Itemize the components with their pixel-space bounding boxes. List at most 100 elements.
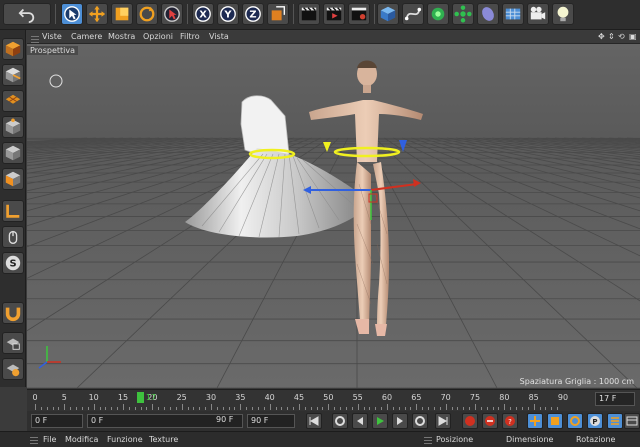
key-rotation-button[interactable]: [567, 413, 583, 429]
go-to-end-button[interactable]: [435, 413, 451, 429]
render-picture-button[interactable]: [323, 3, 345, 25]
timeline-tick: [475, 404, 476, 410]
timeline-tick-label: 35: [235, 393, 246, 402]
menu-mostra[interactable]: Mostra: [108, 32, 135, 41]
object-mode-button[interactable]: [2, 64, 24, 86]
timeline-tick-label: 30: [205, 393, 217, 402]
pan-icon[interactable]: ✥: [598, 32, 607, 42]
light-button[interactable]: [552, 3, 574, 25]
menu-filtro[interactable]: Filtro: [180, 32, 200, 41]
next-keyframe-icon: [415, 416, 425, 426]
array-button[interactable]: [452, 3, 474, 25]
zoom-icon[interactable]: ⇕: [608, 32, 617, 42]
timeline-tick-label: 85: [528, 393, 539, 402]
camera-button[interactable]: [527, 3, 549, 25]
solo-button[interactable]: [2, 358, 24, 380]
undo-button[interactable]: [3, 3, 51, 25]
scale-button[interactable]: [111, 3, 133, 25]
current-frame-field[interactable]: 17 F: [595, 392, 635, 406]
lock-button[interactable]: [2, 332, 24, 354]
menu-camere[interactable]: Camere: [71, 32, 102, 41]
timeline-window-icon: [626, 416, 638, 426]
scale-key-icon: [551, 417, 559, 425]
spline-button[interactable]: [402, 3, 424, 25]
render-view-button[interactable]: [298, 3, 320, 25]
snap-icon: S: [5, 255, 21, 271]
key-pla-button[interactable]: [607, 413, 623, 429]
workplane-button[interactable]: [2, 200, 24, 222]
end-frame-field[interactable]: 90 F: [247, 414, 295, 428]
snap-button[interactable]: S: [2, 252, 24, 274]
x-axis-button[interactable]: X: [192, 3, 214, 25]
timeline-window-button[interactable]: [624, 413, 640, 429]
timeline-tick: [140, 407, 142, 410]
timeline-ruler[interactable]: 0 5 10 15 20 25 30 35 40 45 50 55 60 65 70 75 80 85 90 17 …: [27, 389, 640, 411]
next-frame-icon: [397, 417, 403, 425]
edges-mode-button[interactable]: [2, 142, 24, 164]
model-mode-button[interactable]: [2, 38, 24, 60]
key-position-button[interactable]: [527, 413, 543, 429]
autokey-button[interactable]: [482, 413, 498, 429]
3d-viewport[interactable]: Prospettiva Spaziatura Griglia : 1000 cm: [27, 44, 640, 388]
timeline-tick: [281, 407, 283, 410]
materials-grip[interactable]: [30, 435, 38, 444]
timeline-tick: [252, 407, 254, 410]
materials-menu-funzione[interactable]: Funzione: [107, 435, 143, 444]
menu-opzioni[interactable]: Opzioni: [143, 32, 173, 41]
floor-button[interactable]: [502, 3, 524, 25]
timeline-tick: [398, 407, 400, 410]
z-axis-button[interactable]: Z: [242, 3, 264, 25]
prev-keyframe-button[interactable]: [332, 413, 348, 429]
nurbs-button[interactable]: [427, 3, 449, 25]
y-axis-button[interactable]: Y: [217, 3, 239, 25]
polygons-mode-button[interactable]: [2, 168, 24, 190]
deformer-button[interactable]: [477, 3, 499, 25]
render-settings-button[interactable]: [348, 3, 370, 25]
timeline-playhead[interactable]: [137, 392, 144, 403]
timeline-tick: [211, 404, 212, 410]
live-select-button[interactable]: [61, 3, 83, 25]
start-frame-field[interactable]: 0 F: [31, 414, 83, 428]
max-frame-field[interactable]: 90 F: [213, 414, 243, 428]
record-button[interactable]: [462, 413, 478, 429]
timeline-tick-label: 15: [117, 393, 129, 402]
points-mode-icon: [5, 118, 21, 135]
deformer-icon: [482, 7, 494, 21]
viewport-grip[interactable]: [31, 34, 39, 43]
timeline-tick: [345, 407, 347, 410]
recent-tool-icon: [164, 6, 180, 22]
rotate-button[interactable]: [136, 3, 158, 25]
play-button[interactable]: [372, 413, 388, 429]
materials-menu-texture[interactable]: Texture: [149, 435, 178, 444]
go-to-start-icon: [309, 416, 319, 426]
points-mode-button[interactable]: [2, 116, 24, 138]
timeline-tick: [58, 407, 60, 410]
next-frame-button[interactable]: [392, 413, 408, 429]
cube-primitive-icon: [380, 6, 396, 22]
key-parameter-button[interactable]: P: [587, 413, 603, 429]
materials-menu-modifica[interactable]: Modifica: [65, 435, 98, 444]
menu-viste[interactable]: Viste: [42, 32, 62, 41]
menu-vista[interactable]: Vista: [209, 32, 229, 41]
tweak-button[interactable]: [2, 226, 24, 248]
toggle-view-icon[interactable]: ▣: [629, 32, 638, 42]
key-scale-button[interactable]: [547, 413, 563, 429]
recent-tool-button[interactable]: [161, 3, 183, 25]
texture-mode-button[interactable]: [2, 90, 24, 112]
orbit-icon[interactable]: ⟲: [618, 32, 627, 42]
keyframe-selection-button[interactable]: ?: [502, 413, 518, 429]
timeline-tick: [93, 404, 95, 410]
go-to-start-button[interactable]: [306, 413, 322, 429]
play-icon: [377, 417, 384, 425]
prev-frame-button[interactable]: [352, 413, 368, 429]
move-button[interactable]: [86, 3, 108, 25]
coordinate-system-button[interactable]: [267, 3, 289, 25]
coordinates-grip[interactable]: [424, 435, 432, 444]
cube-button[interactable]: [377, 3, 399, 25]
magnet-button[interactable]: [2, 302, 24, 324]
timeline-tick: [87, 407, 89, 410]
move-key-icon: [530, 416, 540, 426]
next-keyframe-button[interactable]: [412, 413, 428, 429]
timeline-tick: [164, 407, 166, 410]
materials-menu-file[interactable]: File: [43, 435, 56, 444]
